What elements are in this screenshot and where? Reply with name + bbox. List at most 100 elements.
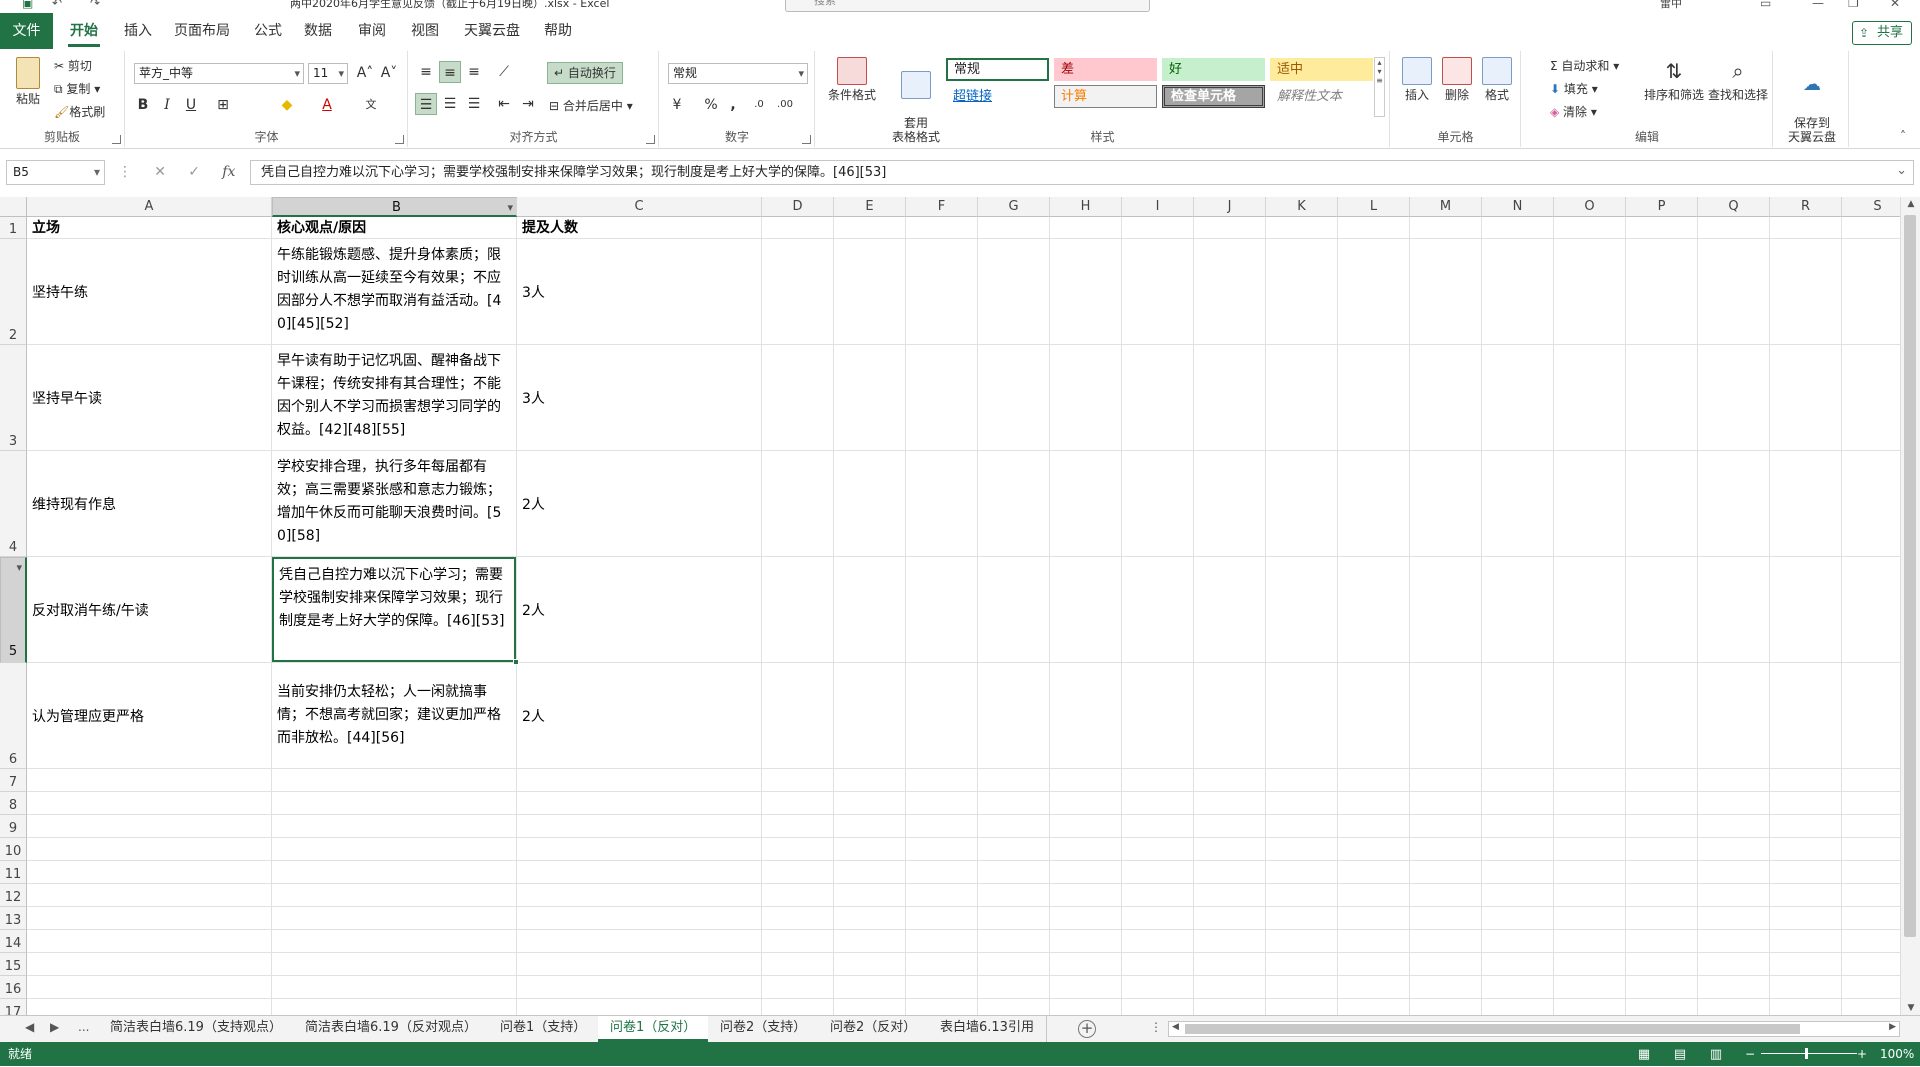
- zoom-out-icon[interactable]: −: [1745, 1042, 1755, 1066]
- percent-icon[interactable]: %: [700, 94, 722, 116]
- select-all-corner[interactable]: [0, 197, 27, 217]
- insert-cells-button[interactable]: 插入: [1399, 57, 1435, 102]
- cut-button[interactable]: ✂ 剪切: [54, 57, 92, 74]
- column-header-q[interactable]: Q: [1698, 197, 1770, 217]
- vertical-scrollbar[interactable]: ▲ ▼: [1900, 197, 1920, 1015]
- row-header-16[interactable]: 16: [0, 976, 27, 999]
- column-header-g[interactable]: G: [978, 197, 1050, 217]
- zoom-level[interactable]: 100%: [1880, 1042, 1914, 1066]
- sheet-tab-active[interactable]: 问卷1（反对）: [598, 1016, 710, 1042]
- align-right-icon[interactable]: ☰: [463, 93, 485, 115]
- find-select-button[interactable]: ⌕ 查找和选择: [1706, 57, 1770, 102]
- sheet-tab[interactable]: 问卷1（支持）: [488, 1016, 600, 1042]
- vertical-scroll-thumb[interactable]: [1904, 215, 1916, 937]
- cell-c3[interactable]: 3人: [517, 345, 761, 450]
- column-header-h[interactable]: H: [1050, 197, 1122, 217]
- cell-a2[interactable]: 坚持午练: [27, 239, 271, 344]
- align-top-icon[interactable]: ≡: [415, 61, 437, 83]
- cell-b2[interactable]: 午练能锻炼题感、提升身体素质；限时训练从高一延续至今有效果；不应因部分人不想学而…: [272, 239, 516, 344]
- cell-a1[interactable]: 立场: [27, 217, 271, 238]
- search-box[interactable]: 搜索: [785, 0, 1150, 12]
- scroll-right-icon[interactable]: ▶: [1889, 1022, 1896, 1032]
- comma-style-icon[interactable]: ,: [722, 94, 744, 116]
- tab-data[interactable]: 数据: [292, 13, 344, 49]
- row-header-10[interactable]: 10: [0, 838, 27, 861]
- save-icon[interactable]: ▣: [22, 0, 33, 10]
- delete-cells-button[interactable]: 删除: [1439, 57, 1475, 102]
- column-header-c[interactable]: C: [517, 197, 762, 217]
- row-header-9[interactable]: 9: [0, 815, 27, 838]
- zoom-in-icon[interactable]: +: [1857, 1042, 1867, 1066]
- insert-function-icon[interactable]: fx: [222, 164, 235, 180]
- cell-c4[interactable]: 2人: [517, 451, 761, 556]
- cell-a4[interactable]: 维持现有作息: [27, 451, 271, 556]
- redo-icon[interactable]: ↷: [90, 0, 100, 10]
- user-name[interactable]: 雷中: [1660, 0, 1682, 11]
- font-size-select[interactable]: 11: [308, 63, 348, 84]
- tab-file[interactable]: 文件: [0, 13, 53, 49]
- fill-color-icon[interactable]: ◆: [276, 94, 298, 116]
- fill-handle[interactable]: [513, 659, 519, 665]
- style-check-cell[interactable]: 检查单元格: [1162, 85, 1265, 108]
- tab-page-layout[interactable]: 页面布局: [162, 13, 242, 49]
- horizontal-scroll-thumb[interactable]: [1185, 1024, 1800, 1034]
- column-header-a[interactable]: A: [27, 197, 272, 217]
- page-layout-view-icon[interactable]: ▤: [1662, 1043, 1698, 1067]
- undo-icon[interactable]: ↶: [52, 0, 62, 10]
- tab-help[interactable]: 帮助: [532, 13, 584, 49]
- column-header-j[interactable]: J: [1194, 197, 1266, 217]
- align-bottom-icon[interactable]: ≡: [463, 61, 485, 83]
- row-header-5[interactable]: 5: [0, 557, 27, 663]
- minimize-icon[interactable]: —: [1812, 0, 1824, 10]
- save-to-cloud-button[interactable]: ☁ 保存到 天翼云盘: [1778, 57, 1846, 144]
- column-header-f[interactable]: F: [906, 197, 978, 217]
- style-explanatory[interactable]: 解释性文本: [1270, 85, 1373, 108]
- increase-decimal-icon[interactable]: .0: [748, 94, 770, 116]
- italic-button[interactable]: I: [156, 94, 178, 116]
- align-middle-icon[interactable]: ≡: [439, 61, 461, 83]
- prev-sheet-icon[interactable]: ◀: [25, 1020, 34, 1034]
- fill-button[interactable]: ⬇ 填充 ▾: [1550, 80, 1598, 97]
- sheet-tab[interactable]: 简洁表白墙6.19（反对观点）: [293, 1016, 490, 1042]
- style-bad[interactable]: 差: [1054, 58, 1157, 81]
- row-header-17[interactable]: 17: [0, 999, 27, 1015]
- normal-view-icon[interactable]: ▦: [1626, 1043, 1662, 1067]
- scroll-down-icon[interactable]: ▼: [1901, 1003, 1920, 1013]
- next-sheet-icon[interactable]: ▶: [50, 1020, 59, 1034]
- worksheet-grid[interactable]: ABCDEFGHIJKLMNOPQRS 12345678910111213141…: [0, 197, 1920, 1015]
- tab-view[interactable]: 视图: [399, 13, 451, 49]
- row-header-7[interactable]: 7: [0, 769, 27, 792]
- zoom-knob[interactable]: [1805, 1048, 1808, 1059]
- column-header-l[interactable]: L: [1338, 197, 1410, 217]
- style-hyperlink[interactable]: 超链接: [946, 85, 1049, 108]
- column-header-n[interactable]: N: [1482, 197, 1554, 217]
- style-neutral[interactable]: 适中: [1270, 58, 1373, 81]
- styles-gallery-scroll[interactable]: ▴ ▾ ≡: [1374, 57, 1385, 117]
- tab-insert[interactable]: 插入: [112, 13, 164, 49]
- autosum-button[interactable]: Σ 自动求和 ▾: [1550, 57, 1619, 74]
- cell-a5[interactable]: 反对取消午练/午读: [27, 557, 271, 662]
- tab-split-handle[interactable]: ⋮: [1150, 1020, 1162, 1034]
- tab-formulas[interactable]: 公式: [242, 13, 294, 49]
- formula-input[interactable]: 凭自己自控力难以沉下心学习；需要学校强制安排来保障学习效果；现行制度是考上好大学…: [250, 160, 1914, 185]
- currency-icon[interactable]: ¥: [666, 94, 688, 116]
- row-header-4[interactable]: 4: [0, 451, 27, 557]
- tab-home[interactable]: 开始: [58, 13, 110, 49]
- format-painter-button[interactable]: 🖌格式刷: [54, 103, 105, 120]
- column-header-d[interactable]: D: [762, 197, 834, 217]
- scroll-up-icon[interactable]: ▲: [1901, 199, 1920, 209]
- format-cells-button[interactable]: 格式: [1479, 57, 1515, 102]
- tab-review[interactable]: 审阅: [346, 13, 398, 49]
- row-header-1[interactable]: 1: [0, 217, 27, 239]
- add-sheet-icon[interactable]: +: [1078, 1020, 1096, 1038]
- page-break-view-icon[interactable]: ▥: [1698, 1043, 1734, 1067]
- share-button[interactable]: ⇪ 共享: [1851, 21, 1912, 45]
- paste-button[interactable]: 粘贴: [8, 57, 48, 106]
- dialog-launcher-icon[interactable]: .: [112, 135, 121, 144]
- cell-b6[interactable]: 当前安排仍太轻松；人一闲就搞事情；不想高考就回家；建议更加严格而非放松。[44]…: [272, 663, 516, 768]
- phonetic-icon[interactable]: 文: [360, 94, 382, 116]
- increase-indent-icon[interactable]: ⇥: [517, 93, 539, 115]
- style-normal[interactable]: 常规: [946, 58, 1049, 81]
- enter-icon[interactable]: ✓: [188, 164, 200, 180]
- font-name-select[interactable]: 苹方_中等: [134, 63, 304, 84]
